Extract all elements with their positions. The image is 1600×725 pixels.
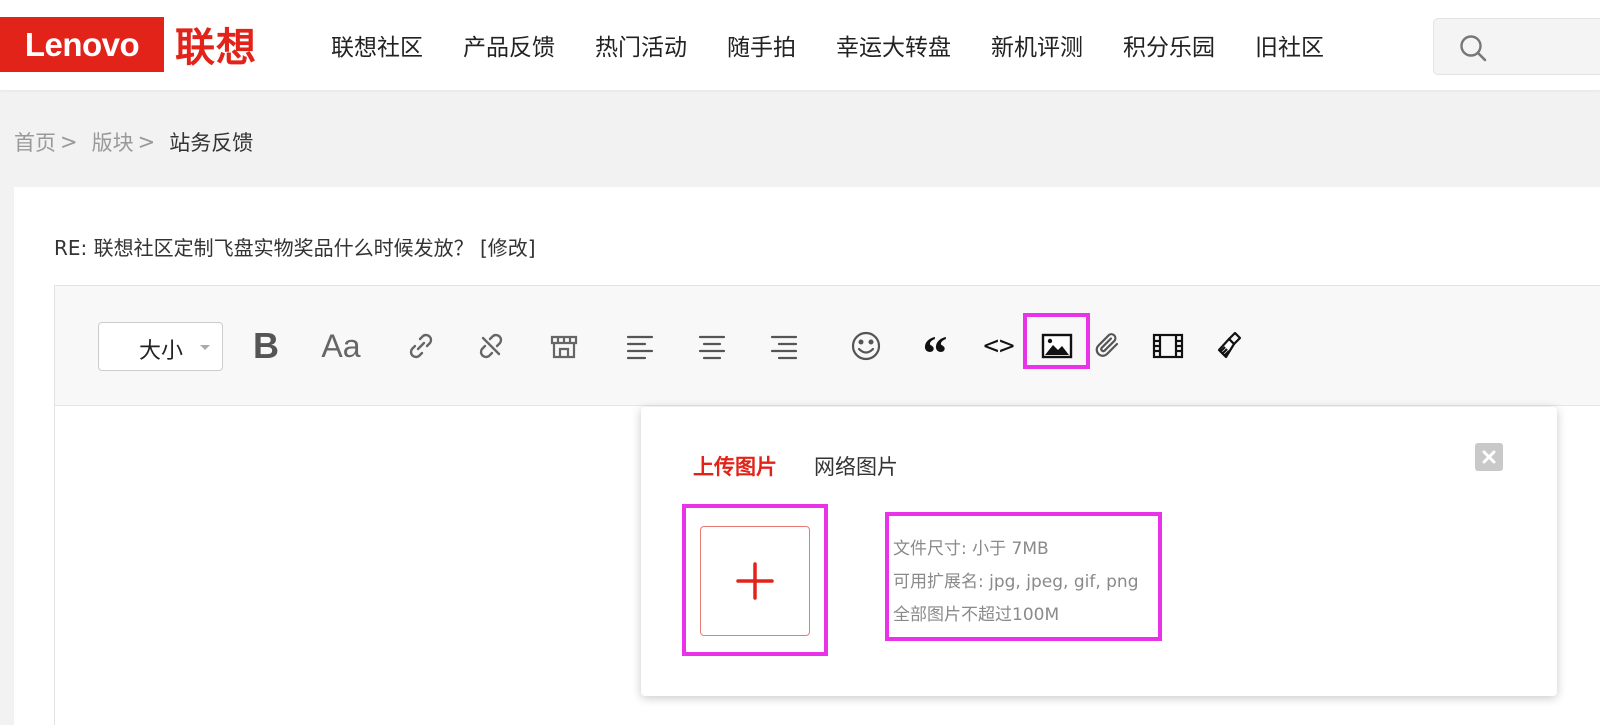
lenovo-logo-cn[interactable]: 联想 — [175, 14, 257, 74]
align-right-icon — [770, 335, 798, 360]
align-right-button[interactable] — [762, 324, 806, 368]
nav-item-snapshots[interactable]: 随手拍 — [714, 28, 809, 62]
font-size-label: 大小 — [139, 339, 184, 364]
breadcrumb-separator: > — [60, 130, 78, 154]
nav-item-hot-events[interactable]: 热门活动 — [582, 28, 700, 62]
breadcrumb-section[interactable]: 版块 — [92, 127, 134, 157]
store-icon — [550, 335, 578, 359]
upload-total-limit: 全部图片不超过100M — [893, 605, 1060, 625]
align-left-icon — [626, 335, 654, 360]
site-header: Lenovo 联想 联想社区 产品反馈 热门活动 随手拍 幸运大转盘 新机评测 … — [0, 0, 1600, 90]
link-button[interactable] — [399, 324, 443, 368]
image-icon — [1041, 333, 1073, 359]
upload-image-button[interactable] — [700, 526, 810, 636]
video-icon — [1152, 333, 1184, 359]
quote-button[interactable]: “ — [913, 324, 957, 378]
search-icon[interactable] — [1458, 33, 1488, 63]
align-center-icon — [698, 335, 726, 360]
plus-icon — [736, 562, 774, 600]
nav-item-product-feedback[interactable]: 产品反馈 — [450, 28, 568, 62]
store-button[interactable] — [542, 324, 586, 368]
close-button[interactable] — [1475, 443, 1503, 471]
font-icon: Aa — [321, 327, 361, 364]
nav-item-community[interactable]: 联想社区 — [318, 28, 436, 62]
emoji-icon — [851, 331, 881, 361]
clear-format-icon — [1217, 331, 1242, 359]
breadcrumb-current: 站务反馈 — [169, 131, 254, 155]
lenovo-logo[interactable]: Lenovo — [0, 17, 164, 72]
bold-icon: B — [253, 325, 279, 366]
upload-size-limit: 文件尺寸: 小于 7MB — [893, 539, 1049, 559]
nav-item-old-community[interactable]: 旧社区 — [1242, 28, 1337, 62]
clear-format-button[interactable] — [1209, 324, 1253, 368]
quote-icon: “ — [922, 325, 948, 381]
align-center-button[interactable] — [690, 324, 734, 368]
nav-item-new-reviews[interactable]: 新机评测 — [978, 28, 1096, 62]
image-upload-dialog: 上传图片 网络图片 文件尺寸: 小于 7MB 可用扩展名: jpg, jpeg,… — [641, 407, 1557, 696]
tab-upload-image[interactable]: 上传图片 — [693, 451, 777, 481]
post-title: RE: 联想社区定制飞盘实物奖品什么时候发放？ [修改] — [54, 236, 536, 260]
close-icon — [1482, 450, 1496, 464]
main-nav: 联想社区 产品反馈 热门活动 随手拍 幸运大转盘 新机评测 积分乐园 旧社区 — [318, 0, 1351, 90]
breadcrumb-separator: > — [137, 130, 156, 154]
nav-item-points-park[interactable]: 积分乐园 — [1110, 28, 1228, 62]
link-icon — [409, 333, 433, 359]
video-button[interactable] — [1146, 324, 1190, 368]
search-input[interactable] — [1433, 18, 1600, 75]
bold-button[interactable]: B — [244, 324, 288, 368]
attachment-button[interactable] — [1087, 324, 1131, 368]
emoji-button[interactable] — [844, 324, 888, 368]
breadcrumb: 首页 > 版块 > 站务反馈 — [14, 127, 253, 157]
unlink-button[interactable] — [469, 324, 513, 368]
upload-extensions: 可用扩展名: jpg, jpeg, gif, png — [893, 572, 1139, 592]
unlink-icon — [479, 333, 503, 359]
align-left-button[interactable] — [618, 324, 662, 368]
font-size-select[interactable]: 大小 — [98, 322, 223, 371]
nav-item-lucky-wheel[interactable]: 幸运大转盘 — [823, 28, 964, 62]
code-button[interactable]: <> — [977, 324, 1021, 368]
attachment-icon — [1095, 333, 1119, 357]
code-icon: <> — [983, 331, 1015, 361]
insert-image-button[interactable] — [1035, 324, 1079, 368]
tab-web-image[interactable]: 网络图片 — [814, 451, 898, 481]
editor-toolbar: 大小 B Aa “ <> — [55, 286, 1600, 406]
font-button[interactable]: Aa — [319, 324, 363, 368]
chevron-down-icon — [200, 345, 210, 350]
upload-info: 文件尺寸: 小于 7MB 可用扩展名: jpg, jpeg, gif, png … — [893, 533, 1138, 632]
breadcrumb-home[interactable]: 首页 — [14, 127, 56, 157]
